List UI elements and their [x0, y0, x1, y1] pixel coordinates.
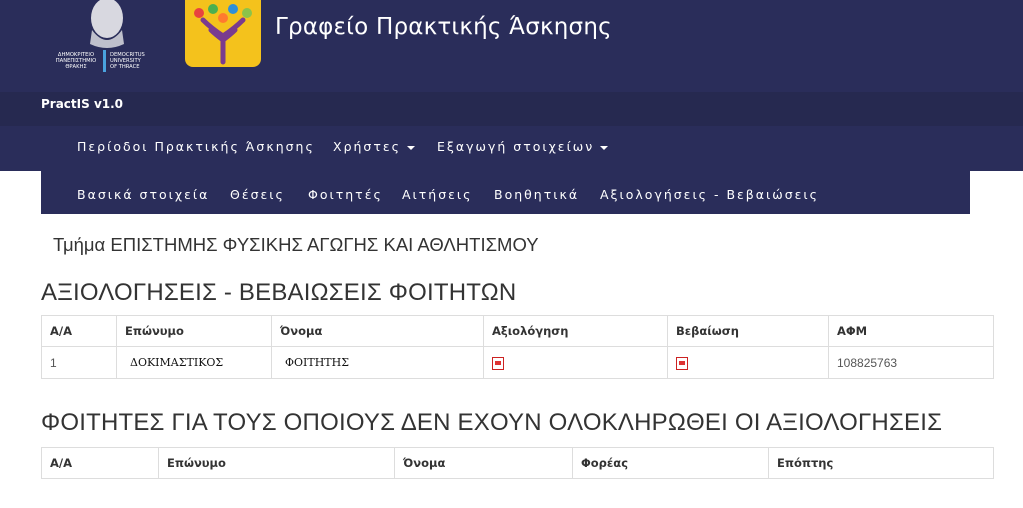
- column-header: ΑΦΜ: [828, 315, 994, 347]
- column-header: Επώνυμο: [158, 447, 395, 479]
- row-aa: 1: [41, 346, 117, 379]
- section-title-pending: ΦΟΙΤΗΤΕΣ ΓΙΑ ΤΟΥΣ ΟΠΟΙΟΥΣ ΔΕΝ ΕΧΟΥΝ ΟΛΟΚ…: [41, 409, 943, 436]
- row-surname: ΔΟΚΙΜΑΣΤΙΚΟΣ: [116, 346, 272, 379]
- nav-periods[interactable]: Περίοδοι Πρακτικής Άσκησης: [77, 139, 315, 154]
- nav-export-dropdown[interactable]: Εξαγωγή στοιχείων: [437, 139, 609, 154]
- column-header: Όνομα: [271, 315, 484, 347]
- svg-text:OF THRACE: OF THRACE: [110, 64, 140, 70]
- column-header: Αξιολόγηση: [483, 315, 668, 347]
- subnav-positions[interactable]: Θέσεις: [230, 187, 285, 202]
- site-title: Γραφείο Πρακτικής Άσκησης: [275, 14, 612, 40]
- caret-down-icon: [406, 145, 415, 150]
- pdf-icon[interactable]: [492, 356, 504, 370]
- column-header: Φορέας: [572, 447, 769, 479]
- table-header-row: Α/Α Επώνυμο Όνομα Αξιολόγηση Βεβαίωση ΑΦ…: [41, 315, 994, 347]
- column-header: Επώνυμο: [116, 315, 272, 347]
- svg-text:ΘΡΑΚΗΣ: ΘΡΑΚΗΣ: [65, 64, 86, 70]
- subnav-evaluations[interactable]: Αξιολογήσεις - Βεβαιώσεις: [600, 187, 819, 202]
- nav-export-label: Εξαγωγή στοιχείων: [437, 139, 595, 154]
- brand-bar: [0, 92, 1023, 126]
- row-name: ΦΟΙΤΗΤΗΣ: [271, 346, 484, 379]
- row-evaluation: [483, 346, 668, 379]
- pending-evaluations-table: Α/Α Επώνυμο Όνομα Φορέας Επόπτης: [41, 447, 994, 479]
- university-logo[interactable]: ΔΗΜΟΚΡΙΤΕΙΟ ΠΑΝΕΠΙΣΤΗΜΙΟ ΘΡΑΚΗΣ DEMOCRIT…: [52, 0, 158, 76]
- column-header: Επόπτης: [768, 447, 994, 479]
- row-afm: 108825763: [828, 346, 994, 379]
- section-title-evaluations: ΑΞΙΟΛΟΓΗΣΕΙΣ - ΒΕΒΑΙΩΣΕΙΣ ΦΟΙΤΗΤΩΝ: [41, 279, 517, 306]
- subnav-auxiliary[interactable]: Βοηθητικά: [494, 187, 579, 202]
- brand-link[interactable]: PractIS v1.0: [41, 97, 123, 111]
- evaluations-table: Α/Α Επώνυμο Όνομα Αξιολόγηση Βεβαίωση ΑΦ…: [41, 315, 994, 379]
- nav-users-dropdown[interactable]: Χρήστες: [333, 139, 415, 154]
- people-tree-icon: [194, 4, 252, 65]
- column-header: Βεβαίωση: [667, 315, 829, 347]
- column-header: Α/Α: [41, 447, 159, 479]
- nav-users-label: Χρήστες: [333, 139, 401, 154]
- column-header: Όνομα: [394, 447, 573, 479]
- app-logo[interactable]: [185, 0, 261, 67]
- row-certificate: [667, 346, 829, 379]
- table-header-row: Α/Α Επώνυμο Όνομα Φορέας Επόπτης: [41, 447, 994, 479]
- department-name: Τμήμα ΕΠΙΣΤΗΜΗΣ ΦΥΣΙΚΗΣ ΑΓΩΓΗΣ ΚΑΙ ΑΘΛΗΤ…: [53, 234, 539, 255]
- subnav-basic[interactable]: Βασικά στοιχεία: [77, 187, 209, 202]
- subnav-applications[interactable]: Αιτήσεις: [402, 187, 472, 202]
- caret-down-icon: [600, 145, 609, 150]
- pdf-icon[interactable]: [676, 356, 688, 370]
- table-row: 1 ΔΟΚΙΜΑΣΤΙΚΟΣ ΦΟΙΤΗΤΗΣ 108825763: [41, 346, 994, 379]
- column-header: Α/Α: [41, 315, 117, 347]
- subnav-students[interactable]: Φοιτητές: [308, 187, 383, 202]
